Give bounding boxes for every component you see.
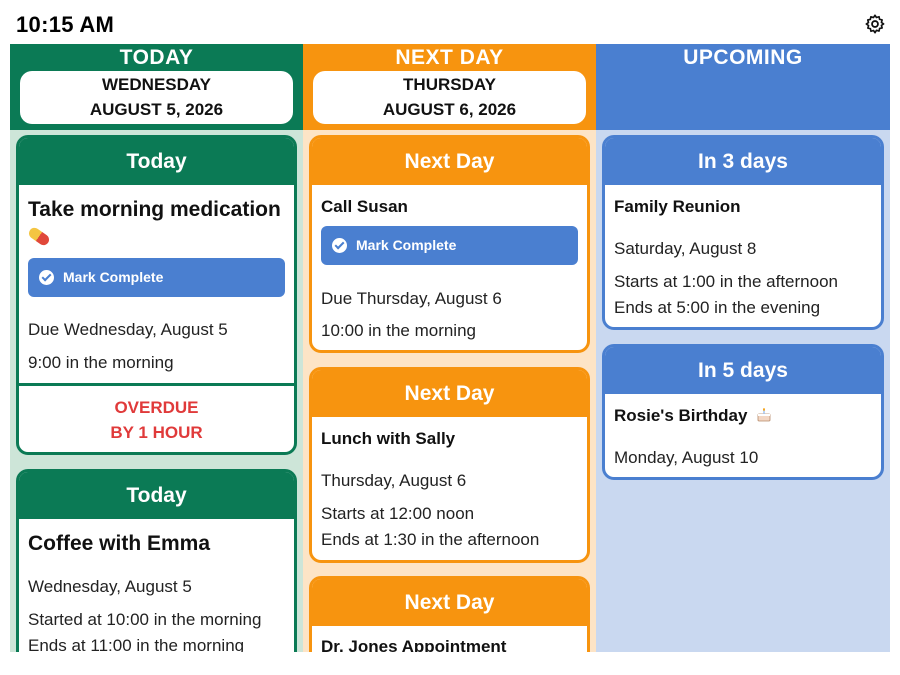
column-today: TODAY WEDNESDAY AUGUST 5, 2026 Today Tak…	[10, 44, 303, 652]
full-date: AUGUST 6, 2026	[382, 100, 517, 119]
task-title: Family Reunion	[614, 197, 741, 216]
column-title: UPCOMING	[683, 46, 803, 69]
full-date: AUGUST 5, 2026	[89, 100, 224, 119]
event-date: Thursday, August 6	[321, 471, 467, 490]
cake-icon	[757, 407, 771, 421]
event-start: Starts at 1:00 in the afternoon	[614, 272, 838, 291]
task-card-medication[interactable]: Today Take morning medication Mark Compl…	[16, 135, 297, 455]
task-card-lunch-sally[interactable]: Next Day Lunch with Sally Thursday, Augu…	[309, 367, 590, 563]
mark-complete-button[interactable]: Mark Complete	[321, 226, 578, 265]
task-title: Take morning medication	[26, 197, 281, 249]
task-title: Lunch with Sally	[321, 429, 456, 448]
task-title: Rosie's Birthday	[614, 406, 772, 426]
column-today-header: TODAY WEDNESDAY AUGUST 5, 2026	[10, 44, 303, 130]
clock: 10:15 AM	[16, 12, 115, 37]
due-time: 9:00 in the morning	[28, 353, 174, 372]
column-upcoming-header: UPCOMING	[596, 44, 890, 130]
pill-icon	[26, 225, 52, 248]
day-of-week: WEDNESDAY	[102, 75, 211, 94]
card-header: In 3 days	[605, 138, 881, 185]
column-title: TODAY	[119, 46, 194, 69]
overdue-label: OVERDUE	[114, 398, 199, 417]
card-header: Next Day	[312, 370, 587, 417]
column-next-day-header: NEXT DAY THURSDAY AUGUST 6, 2026	[303, 44, 596, 130]
event-end: Ends at 1:30 in the afternoon	[321, 530, 540, 549]
card-header: Next Day	[312, 138, 587, 185]
due-time: 10:00 in the morning	[321, 321, 476, 340]
task-title: Call Susan	[321, 197, 408, 216]
event-date: Wednesday, August 5	[28, 577, 192, 596]
task-card-family-reunion[interactable]: In 3 days Family Reunion Saturday, Augus…	[602, 135, 884, 330]
task-card-coffee[interactable]: Today Coffee with Emma Wednesday, August…	[16, 469, 297, 652]
task-card-call-susan[interactable]: Next Day Call Susan Mark Complete Due Th…	[309, 135, 590, 353]
column-next-day: NEXT DAY THURSDAY AUGUST 6, 2026 Next Da…	[303, 44, 596, 652]
task-title: Coffee with Emma	[28, 532, 211, 555]
card-header: Next Day	[312, 579, 587, 626]
event-start: Starts at 12:00 noon	[321, 504, 475, 523]
event-date: Saturday, August 8	[614, 239, 757, 258]
gear-icon[interactable]	[864, 13, 886, 35]
check-circle-icon	[39, 270, 54, 285]
event-end: Ends at 11:00 in the morning	[28, 636, 245, 652]
column-upcoming: UPCOMING In 3 days Family Reunion Saturd…	[596, 44, 890, 652]
card-header: In 5 days	[605, 347, 881, 394]
task-title-text: Take morning medication	[28, 198, 281, 221]
due-date: Due Wednesday, August 5	[28, 320, 228, 339]
day-of-week: THURSDAY	[403, 75, 496, 94]
overdue-amount: BY 1 HOUR	[110, 423, 203, 442]
task-title: Dr. Jones Appointment	[321, 637, 507, 652]
task-card-rosie-birthday[interactable]: In 5 days Rosie's Birthday Monday, Augus…	[602, 344, 884, 480]
task-card-dr-jones[interactable]: Next Day Dr. Jones Appointment	[309, 576, 590, 652]
task-title-text: Rosie's Birthday	[614, 406, 748, 425]
event-end: Ends at 5:00 in the evening	[614, 298, 821, 317]
event-start: Started at 10:00 in the morning	[28, 610, 262, 629]
divider	[19, 383, 294, 386]
date-box: THURSDAY AUGUST 6, 2026	[313, 71, 586, 124]
card-header: Today	[19, 472, 294, 519]
overdue-status: OVERDUE BY 1 HOUR	[19, 395, 294, 445]
card-header: Today	[19, 138, 294, 185]
column-title: NEXT DAY	[395, 46, 504, 69]
date-box: WEDNESDAY AUGUST 5, 2026	[20, 71, 293, 124]
event-date: Monday, August 10	[614, 448, 759, 467]
check-circle-icon	[332, 238, 347, 253]
button-label: Mark Complete	[356, 237, 457, 253]
mark-complete-button[interactable]: Mark Complete	[28, 258, 285, 297]
button-label: Mark Complete	[63, 269, 164, 285]
due-date: Due Thursday, August 6	[321, 289, 502, 308]
status-bar: 10:15 AM	[0, 0, 900, 44]
task-board: TODAY WEDNESDAY AUGUST 5, 2026 Today Tak…	[10, 44, 890, 652]
